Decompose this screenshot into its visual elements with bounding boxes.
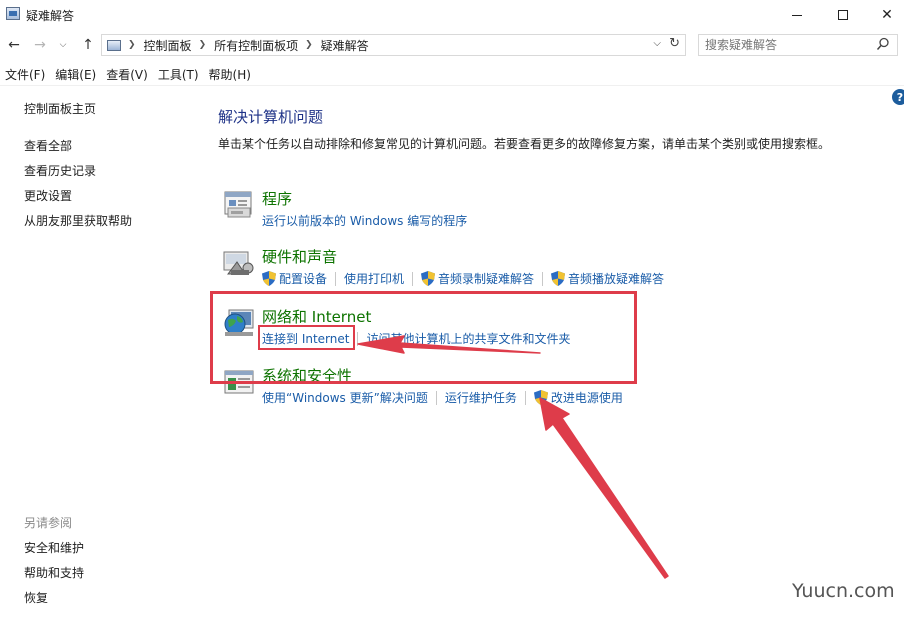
menu-edit[interactable]: 编辑(E) (50, 66, 101, 83)
title-bar: 疑难解答 ✕ (0, 0, 904, 30)
minimize-icon (792, 14, 802, 16)
sidebar-link-view-all[interactable]: 查看全部 (24, 137, 194, 162)
chevron-right-icon[interactable]: ❯ (128, 40, 136, 50)
link-audio-playback-troubleshoot[interactable]: 音频播放疑难解答 (568, 270, 664, 287)
link-configure-device[interactable]: 配置设备 (279, 270, 327, 287)
main-pane: 解决计算机问题 单击某个任务以自动排除和修复常见的计算机问题。若要查看更多的故障… (218, 106, 898, 405)
breadcrumb-control-panel[interactable]: 控制面板 (144, 37, 192, 54)
see-also-title: 另请参阅 (24, 516, 73, 530)
sidebar-link-get-help-from-friend[interactable]: 从朋友那里获取帮助 (24, 212, 194, 237)
link-run-older-programs[interactable]: 运行以前版本的 Windows 编写的程序 (262, 212, 467, 229)
close-icon: ✕ (881, 7, 893, 23)
menu-tools[interactable]: 工具(T) (153, 66, 204, 83)
link-windows-update-troubleshoot[interactable]: 使用“Windows 更新”解决问题 (262, 389, 428, 406)
window-title: 疑难解答 (26, 9, 75, 23)
recent-locations-button[interactable]: ⌵ (56, 35, 70, 55)
breadcrumb-all-items[interactable]: 所有控制面板项 (214, 37, 298, 54)
watermark-text: Yuucn.com (792, 580, 895, 602)
see-also-recovery[interactable]: 恢复 (24, 589, 194, 614)
see-also-help-support[interactable]: 帮助和支持 (24, 564, 194, 589)
menu-help[interactable]: 帮助(H) (204, 66, 256, 83)
search-icon[interactable] (876, 37, 890, 51)
chevron-down-icon: ⌵ (59, 40, 67, 50)
chevron-right-icon[interactable]: ❯ (305, 40, 313, 50)
search-input[interactable] (698, 34, 898, 56)
arrow-right-icon: → (34, 37, 46, 53)
programs-icon[interactable] (223, 190, 255, 220)
link-separator (412, 271, 414, 286)
link-separator (524, 390, 526, 405)
link-audio-recording-troubleshoot[interactable]: 音频录制疑难解答 (438, 270, 534, 287)
arrow-left-icon: ← (8, 37, 20, 53)
address-bar[interactable]: ❯ 控制面板 ❯ 所有控制面板项 ❯ 疑难解答 ⌵ ↻ (101, 34, 686, 56)
menu-bar: 文件(F) 编辑(E) 查看(V) 工具(T) 帮助(H) (0, 64, 904, 86)
maximize-icon (838, 10, 848, 20)
category-links-system-security: 使用“Windows 更新”解决问题 运行维护任务 改进电源使用 (262, 389, 623, 406)
link-separator (435, 390, 437, 405)
back-button[interactable]: ← (4, 35, 24, 55)
arrow-up-icon: ↑ (82, 37, 94, 53)
sidebar-link-change-settings[interactable]: 更改设置 (24, 187, 194, 212)
page-description: 单击某个任务以自动排除和修复常见的计算机问题。若要查看更多的故障修复方案，请单击… (218, 137, 831, 151)
minimize-button[interactable] (774, 0, 820, 30)
forward-button[interactable]: → (30, 35, 50, 55)
uac-shield-icon (551, 271, 566, 286)
breadcrumb-troubleshooting[interactable]: 疑难解答 (321, 37, 369, 54)
link-separator (335, 271, 337, 286)
category-links-programs: 运行以前版本的 Windows 编写的程序 (262, 212, 467, 229)
link-separator (542, 271, 544, 286)
link-improve-power-usage[interactable]: 改进电源使用 (551, 389, 623, 406)
refresh-icon[interactable]: ↻ (669, 36, 680, 51)
category-title-hardware-sound[interactable]: 硬件和声音 (262, 246, 337, 267)
control-panel-home-link[interactable]: 控制面板主页 (24, 100, 194, 125)
address-dropdown-icon[interactable]: ⌵ (653, 38, 661, 49)
help-icon[interactable]: ? (892, 89, 904, 105)
close-button[interactable]: ✕ (864, 0, 904, 30)
control-panel-icon (107, 39, 121, 51)
page-title: 解决计算机问题 (218, 108, 324, 126)
uac-shield-icon (533, 390, 548, 405)
category-links-hardware-sound: 配置设备 使用打印机 音频录制疑难解答 音频播放疑难解答 (262, 270, 664, 287)
uac-shield-icon (262, 271, 276, 286)
left-pane: 控制面板主页 查看全部 查看历史记录 更改设置 从朋友那里获取帮助 (24, 100, 194, 237)
uac-shield-icon (421, 271, 436, 286)
hardware-sound-icon[interactable] (223, 248, 255, 278)
window-app-icon (6, 7, 20, 20)
menu-file[interactable]: 文件(F) (0, 66, 50, 83)
chevron-right-icon[interactable]: ❯ (199, 40, 207, 50)
see-also-security-maintenance[interactable]: 安全和维护 (24, 539, 194, 564)
see-also-section: 另请参阅 安全和维护 帮助和支持 恢复 (24, 514, 194, 614)
link-run-maintenance-tasks[interactable]: 运行维护任务 (445, 389, 517, 406)
maximize-button[interactable] (820, 0, 866, 30)
category-title-programs[interactable]: 程序 (262, 188, 292, 209)
up-button[interactable]: ↑ (78, 35, 98, 55)
sidebar-link-view-history[interactable]: 查看历史记录 (24, 162, 194, 187)
navigation-row: ← → ⌵ ↑ ❯ 控制面板 ❯ 所有控制面板项 ❯ 疑难解答 ⌵ ↻ (0, 32, 904, 58)
link-use-printer[interactable]: 使用打印机 (344, 270, 404, 287)
menu-view[interactable]: 查看(V) (101, 66, 153, 83)
annotation-highlight-connect-link (258, 325, 355, 350)
annotation-arrow-power (539, 397, 669, 579)
